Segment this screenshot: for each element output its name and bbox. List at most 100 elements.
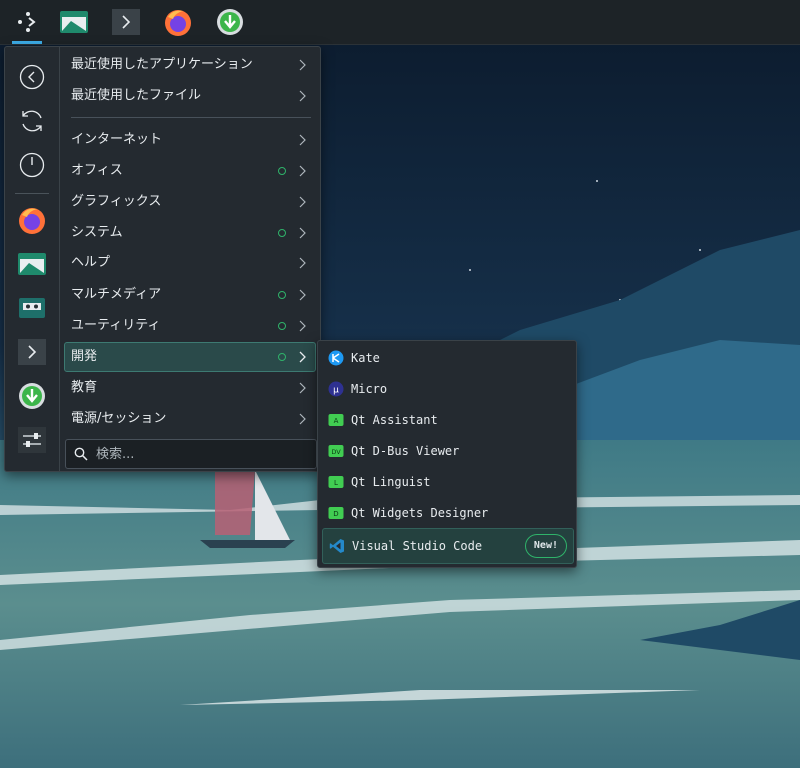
- terminal-icon: [112, 9, 140, 35]
- category-label: 教育: [71, 380, 98, 395]
- taskbar-file-manager[interactable]: [56, 4, 92, 40]
- category-label: 最近使用したアプリケーション: [71, 57, 253, 72]
- app-label: Qt Assistant: [351, 413, 438, 427]
- app-qt-assistant[interactable]: A Qt Assistant: [322, 405, 572, 435]
- category-label: ヘルプ: [71, 255, 111, 270]
- chevron-right-icon: [299, 382, 306, 394]
- category-education[interactable]: 教育: [65, 374, 315, 402]
- qt-assistant-icon: A: [328, 414, 344, 426]
- svg-text:DV: DV: [331, 448, 341, 456]
- favorite-firefox[interactable]: [15, 203, 49, 237]
- qt-designer-icon: D: [328, 507, 344, 519]
- app-kate[interactable]: Kate: [322, 343, 572, 373]
- refresh-button[interactable]: [15, 104, 49, 138]
- terminal-icon: [18, 339, 46, 365]
- search-box[interactable]: [65, 439, 317, 469]
- new-badge: New!: [524, 534, 567, 558]
- active-indicator: [12, 41, 42, 44]
- taskbar: [0, 0, 800, 45]
- back-button[interactable]: [15, 60, 49, 94]
- favorite-file-manager[interactable]: [15, 247, 49, 281]
- category-system[interactable]: システム: [65, 219, 315, 247]
- svg-text:μ: μ: [333, 386, 339, 396]
- app-micro[interactable]: μ Micro: [322, 374, 572, 404]
- category-label: オフィス: [71, 163, 123, 178]
- chevron-right-icon: [299, 134, 306, 146]
- software-update-icon: [217, 9, 243, 35]
- qt-linguist-icon: L: [328, 476, 344, 488]
- chevron-right-icon: [299, 227, 306, 239]
- taskbar-software-update[interactable]: [212, 4, 248, 40]
- new-apps-indicator: [278, 291, 286, 299]
- search-icon: [74, 447, 88, 461]
- app-launcher-icon: [18, 12, 36, 32]
- chevron-right-icon: [299, 289, 306, 301]
- search-input[interactable]: [94, 443, 308, 465]
- category-utilities[interactable]: ユーティリティ: [65, 312, 315, 340]
- power-button[interactable]: [15, 148, 49, 182]
- settings-sliders-icon: [18, 427, 46, 453]
- new-apps-indicator: [278, 167, 286, 175]
- category-internet[interactable]: インターネット: [65, 126, 315, 154]
- development-submenu: Kate μ Micro A Qt Assistant DV Qt D-Bus …: [317, 340, 577, 568]
- favorite-terminal[interactable]: [15, 335, 49, 369]
- back-icon: [19, 64, 45, 90]
- app-label: Visual Studio Code: [352, 539, 483, 553]
- favorite-settings[interactable]: [15, 423, 49, 457]
- category-graphics[interactable]: グラフィックス: [65, 188, 315, 216]
- app-qt-widgets-designer[interactable]: D Qt Widgets Designer: [322, 498, 572, 528]
- micro-icon: μ: [328, 381, 344, 397]
- cassette-icon: [19, 298, 45, 318]
- new-apps-indicator: [278, 322, 286, 330]
- category-label: 開発: [71, 349, 98, 364]
- firefox-icon: [19, 208, 45, 234]
- qt-dbus-viewer-icon: DV: [328, 445, 344, 457]
- favorites-sidebar: [5, 47, 60, 471]
- category-label: 電源/セッション: [71, 411, 167, 426]
- category-label: ユーティリティ: [71, 318, 161, 333]
- taskbar-firefox[interactable]: [160, 4, 196, 40]
- chevron-right-icon: [299, 59, 306, 71]
- application-menu: 最近使用したアプリケーション 最近使用したファイル インターネット オフィス グ…: [4, 46, 321, 472]
- category-divider: [71, 117, 311, 118]
- app-qt-dbus-viewer[interactable]: DV Qt D-Bus Viewer: [322, 436, 572, 466]
- app-launcher-button[interactable]: [8, 4, 44, 40]
- category-office[interactable]: オフィス: [65, 157, 315, 185]
- file-manager-icon: [60, 11, 88, 33]
- category-label: グラフィックス: [71, 194, 162, 209]
- category-power-session[interactable]: 電源/セッション: [65, 405, 315, 433]
- file-manager-icon: [18, 253, 46, 275]
- app-label: Micro: [351, 382, 388, 396]
- category-recent-apps[interactable]: 最近使用したアプリケーション: [65, 51, 315, 79]
- power-icon: [19, 152, 45, 178]
- category-help[interactable]: ヘルプ: [65, 249, 315, 277]
- app-visual-studio-code[interactable]: Visual Studio Code New!: [322, 528, 574, 564]
- taskbar-terminal[interactable]: [108, 4, 144, 40]
- app-label: Qt D-Bus Viewer: [351, 444, 460, 458]
- chevron-right-icon: [299, 165, 306, 177]
- app-label: Qt Linguist: [351, 475, 431, 489]
- new-apps-indicator: [278, 353, 286, 361]
- chevron-right-icon: [299, 413, 306, 425]
- category-label: インターネット: [71, 132, 163, 147]
- refresh-icon: [22, 110, 42, 132]
- app-qt-linguist[interactable]: L Qt Linguist: [322, 467, 572, 497]
- firefox-icon: [165, 10, 191, 36]
- app-label: Qt Widgets Designer: [351, 506, 489, 520]
- svg-text:D: D: [333, 510, 338, 518]
- software-update-icon: [19, 383, 45, 409]
- category-recent-files[interactable]: 最近使用したファイル: [65, 82, 315, 110]
- favorite-software-update[interactable]: [15, 379, 49, 413]
- chevron-right-icon: [299, 257, 306, 269]
- chevron-right-icon: [299, 320, 306, 332]
- svg-text:L: L: [334, 479, 338, 487]
- favorite-media-app[interactable]: [15, 291, 49, 325]
- app-label: Kate: [351, 351, 380, 365]
- category-multimedia[interactable]: マルチメディア: [65, 281, 315, 309]
- kate-icon: [328, 350, 344, 366]
- new-apps-indicator: [278, 229, 286, 237]
- chevron-right-icon: [299, 351, 306, 363]
- category-label: システム: [71, 225, 123, 240]
- category-development[interactable]: 開発: [64, 342, 316, 372]
- svg-text:A: A: [334, 417, 339, 425]
